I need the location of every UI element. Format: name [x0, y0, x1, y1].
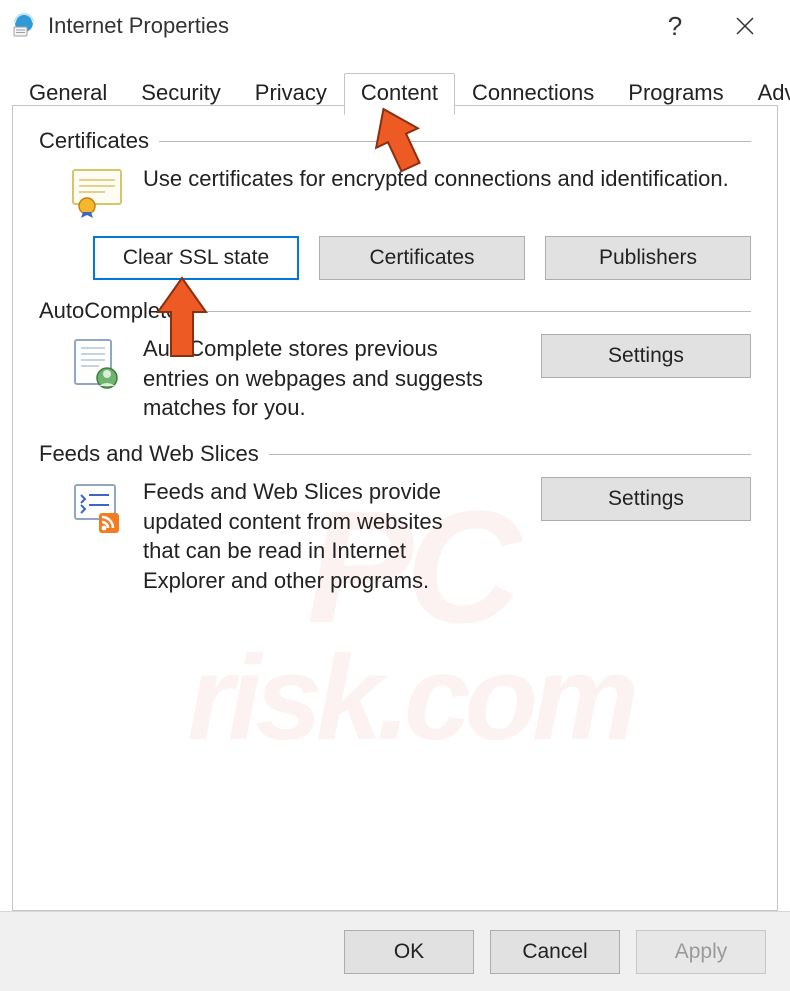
divider: [159, 141, 751, 142]
clear-ssl-state-button[interactable]: Clear SSL state: [93, 236, 299, 280]
cancel-button[interactable]: Cancel: [490, 930, 620, 974]
divider: [269, 454, 751, 455]
group-certificates: Certificates Use certificates for encryp…: [39, 128, 751, 280]
group-autocomplete: AutoComplete AutoComplete stores previou…: [39, 298, 751, 423]
certificates-description: Use certificates for encrypted connectio…: [143, 164, 729, 194]
dialog-actions: OK Cancel Apply: [0, 911, 790, 991]
feeds-settings-button[interactable]: Settings: [541, 477, 751, 521]
publishers-button[interactable]: Publishers: [545, 236, 751, 280]
app-icon: [10, 12, 38, 40]
group-title-feeds: Feeds and Web Slices: [39, 441, 269, 467]
apply-button[interactable]: Apply: [636, 930, 766, 974]
help-button[interactable]: ?: [640, 0, 710, 52]
content-panel: PC risk.com Certificates Use certificate…: [12, 105, 778, 911]
divider: [188, 311, 751, 312]
autocomplete-settings-button[interactable]: Settings: [541, 334, 751, 378]
group-title-certificates: Certificates: [39, 128, 159, 154]
window-title: Internet Properties: [48, 13, 640, 39]
titlebar: Internet Properties ?: [0, 0, 790, 52]
ok-button[interactable]: OK: [344, 930, 474, 974]
group-feeds: Feeds and Web Slices Feeds and Web Slice…: [39, 441, 751, 596]
certificate-icon: [69, 166, 125, 222]
close-button[interactable]: [710, 0, 780, 52]
tab-content[interactable]: Content: [344, 73, 455, 115]
certificates-button[interactable]: Certificates: [319, 236, 525, 280]
feeds-icon: [69, 479, 125, 535]
feeds-description: Feeds and Web Slices provide updated con…: [143, 477, 483, 596]
group-title-autocomplete: AutoComplete: [39, 298, 188, 324]
autocomplete-icon: [69, 336, 125, 392]
autocomplete-description: AutoComplete stores previous entries on …: [143, 334, 483, 423]
